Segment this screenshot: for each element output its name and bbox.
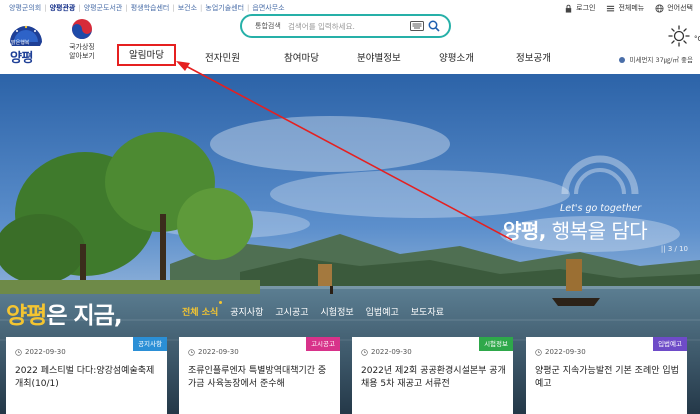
top-link[interactable]: 양평군도서관 [84,3,123,13]
card-title: 2022년 제2회 공공환경시설본부 공개채용 5차 재공고 서류전 [361,366,506,389]
news-section-title: 양평은 지금, [6,296,123,330]
nav-item-field-info[interactable]: 분야별정보 [357,50,401,64]
card-title: 조류인플루엔자 특별방역대책기간 중 가금 사육농장에서 준수해 [188,366,327,389]
tab-exam-info[interactable]: 시험정보 [321,305,354,318]
main-nav: 알림마당 전자민원 참여마당 분야별정보 양평소개 정보공개 [0,44,700,74]
top-link[interactable]: 양평관광 [50,3,76,13]
card-badge: 공지사항 [133,337,167,351]
sitemap-link[interactable]: 전체메뉴 [606,3,644,13]
tab-notices[interactable]: 공지사항 [230,305,263,318]
utility-menu: 로그인 전체메뉴 언어선택 [564,2,693,14]
news-title-rest: 은 지금, [46,303,122,329]
news-tabs: 전체 소식 공지사항 고시공고 시험정보 입법예고 보도자료 [182,301,444,318]
news-card[interactable]: 시험정보 2022-09-30 2022년 제2회 공공환경시설본부 공개채용 … [352,337,513,414]
search-bar: 통합검색 [240,14,451,38]
news-title-highlight: 양평 [6,303,47,329]
globe-icon [655,3,664,13]
clock-icon [361,348,368,356]
card-date-text: 2022-09-30 [371,348,412,356]
hero-slide-counter[interactable]: || 3 / 10 [661,245,688,253]
top-link[interactable]: 양평군의회 [9,3,41,13]
tab-press-release[interactable]: 보도자료 [411,305,444,318]
card-badge: 고시공고 [306,337,340,351]
login-label: 로그인 [576,4,596,12]
language-label: 언어선택 [667,4,693,12]
nav-item-about[interactable]: 양평소개 [439,50,474,64]
card-date: 2022-09-30 [535,348,586,356]
tab-legislation-notice[interactable]: 입법예고 [366,305,399,318]
taegeuk-icon [72,19,92,39]
news-card[interactable]: 입법예고 2022-09-30 양평군 지속가능발전 기본 조례안 입법예고 [526,337,687,414]
news-card[interactable]: 공지사항 2022-09-30 2022 페스티벌 다다:양강섬예술축제 개최(… [6,337,167,414]
card-badge: 입법예고 [653,337,687,351]
hero-slogan: 양평, 행복을 담다 [503,215,648,244]
tab-all-news[interactable]: 전체 소식 [182,301,223,318]
card-badge: 시험정보 [479,337,513,351]
top-links: 양평군의회 | 양평관광 | 양평군도서관 | 평생학습센터 | 보건소 | 농업기술센터 | 읍면사무… [9,2,285,14]
tab-announcements[interactable]: 고시공고 [275,305,308,318]
card-date: 2022-09-30 [15,348,66,356]
login-link[interactable]: 로그인 [564,3,595,13]
top-link[interactable]: 보건소 [178,3,197,13]
hero-slogan-bold: 양평, [503,219,546,243]
nav-item-participation[interactable]: 참여마당 [284,50,319,64]
top-link-separator: | [125,4,128,12]
card-title: 2022 페스티벌 다다:양강섬예술축제 개최(10/1) [15,366,155,389]
nav-item-info-disclosure[interactable]: 정보공개 [516,50,551,64]
top-link[interactable]: 농업기술센터 [205,3,244,13]
top-link-separator: | [172,4,175,12]
language-link[interactable]: 언어선택 [655,3,693,13]
lock-icon [565,4,572,13]
card-date-text: 2022-09-30 [25,348,66,356]
search-input[interactable] [288,21,406,31]
top-link-separator: | [78,4,81,12]
sitemap-label: 전체메뉴 [618,4,645,12]
card-date-text: 2022-09-30 [198,348,239,356]
top-link[interactable]: 평생학습센터 [131,3,170,13]
nav-item-notice[interactable]: 알림마당 [117,44,176,66]
top-link-separator: | [200,4,203,12]
news-card[interactable]: 고시공고 2022-09-30 조류인플루엔자 특별방역대책기간 중 가금 사육… [179,337,340,414]
nav-item-civil-service[interactable]: 전자민원 [205,50,240,64]
clock-icon [535,348,542,356]
card-title: 양평군 지속가능발전 기본 조례안 입법예고 [535,366,679,389]
top-link[interactable]: 읍면사무소 [252,3,284,13]
search-category[interactable]: 통합검색 [242,21,288,31]
top-link-separator: | [247,4,250,12]
clock-icon [15,348,22,356]
hero-slogan-small: Let's go together [560,203,642,214]
card-date: 2022-09-30 [188,348,239,356]
temperature-unit: °C [694,35,700,43]
menu-icon [607,5,615,11]
card-date-text: 2022-09-30 [545,348,586,356]
search-icon[interactable] [428,20,440,32]
keyboard-icon[interactable] [410,21,424,31]
top-link-separator: | [44,4,47,12]
clock-icon [188,348,195,356]
card-date: 2022-09-30 [361,348,412,356]
hero-slogan-rest: 행복을 담다 [551,219,648,243]
